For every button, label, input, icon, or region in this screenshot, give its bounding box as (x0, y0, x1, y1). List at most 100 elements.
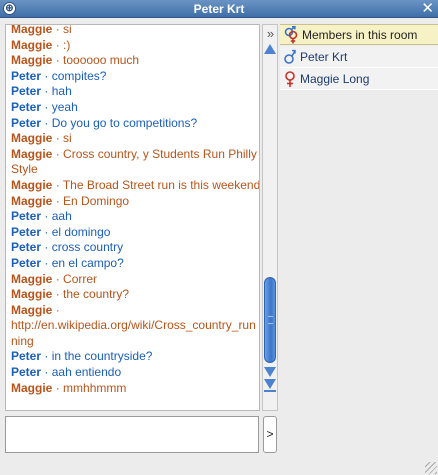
message-separator: · (55, 380, 60, 395)
message-sender: Peter (11, 115, 42, 130)
chat-transcript[interactable]: Maggie · si Maggie · :) Maggie · toooooo m… (5, 24, 260, 411)
message-sender: Peter (11, 365, 42, 380)
message-separator: · (55, 146, 60, 161)
message-text: cross country (51, 240, 124, 255)
chat-message: Peter · el domingo (11, 224, 259, 241)
message-sender: Peter (11, 349, 42, 364)
chat-message: Maggie · si (11, 131, 259, 147)
chat-message: Peter · en el campo? (11, 255, 259, 272)
message-separator: · (44, 349, 49, 364)
message-separator: · (44, 209, 49, 224)
message-separator: · (44, 115, 49, 130)
message-sender: Maggie (11, 24, 53, 36)
message-text: aah entiendo (51, 365, 122, 380)
message-separator: · (55, 302, 60, 317)
message-separator: · (44, 68, 49, 83)
chat-message: Peter · hah (11, 84, 259, 100)
member-name: Peter Krt (300, 50, 348, 64)
chat-message: Maggie · The Broad Street run is this we… (11, 177, 260, 194)
message-sender: Peter (11, 84, 42, 99)
message-input[interactable] (5, 416, 259, 453)
message-text: mmhhmmm (63, 380, 127, 395)
male-female-icon (284, 26, 298, 44)
message-sender: Maggie (11, 53, 53, 68)
message-separator: · (55, 131, 60, 146)
resize-grip-icon[interactable] (425, 462, 437, 474)
scroll-to-end-icon[interactable] (264, 378, 277, 392)
scrollbar-thumb[interactable] (264, 277, 276, 363)
chat-message: Maggie · :) (11, 37, 259, 54)
members-panel: Members in this room Peter Krt Maggie Lo… (280, 24, 438, 475)
chat-message: Peter · cross country (11, 240, 259, 256)
chat-message: Maggie · the country? (11, 287, 259, 303)
message-list: Maggie · si Maggie · :) Maggie · toooooo m… (11, 24, 260, 396)
member-item-peter-krt[interactable]: Peter Krt (280, 46, 438, 68)
chat-message: Peter · Do you go to competitions? (11, 115, 259, 132)
scroll-up-arrow-icon[interactable] (264, 43, 277, 55)
message-separator: · (44, 224, 49, 239)
chat-message: Maggie · Cross country, y Students Run P… (11, 146, 259, 178)
message-separator: · (44, 365, 49, 380)
chat-message: Peter · aah entiendo (11, 365, 259, 381)
message-separator: · (44, 99, 49, 114)
chat-message: Peter · aah (11, 209, 259, 225)
chat-message: Peter · yeah (11, 99, 259, 116)
male-icon (284, 49, 296, 64)
message-text: en el campo? (51, 255, 124, 270)
message-separator: · (55, 37, 60, 52)
message-sender: Maggie (11, 380, 53, 395)
message-separator: · (44, 240, 49, 255)
message-text: :) (63, 37, 71, 52)
member-item-maggie-long[interactable]: Maggie Long (280, 68, 438, 90)
message-text: si (63, 131, 72, 146)
message-sender: Maggie (11, 146, 53, 161)
message-text: Correr (63, 271, 98, 286)
message-text: the country? (63, 287, 130, 302)
title-bar[interactable]: ⊕ Peter Krt ✕ (0, 0, 438, 18)
message-text: http://en.wikipedia.org/wiki/Cross_count… (11, 318, 256, 348)
message-text: hah (51, 84, 72, 99)
message-sender: Maggie (11, 271, 53, 286)
female-icon (285, 71, 295, 87)
members-header-label: Members in this room (302, 28, 418, 42)
message-text: En Domingo (63, 193, 130, 208)
message-text: in the countryside? (51, 349, 153, 364)
message-sender: Peter (11, 240, 42, 255)
transcript-scrollbar[interactable]: » (262, 24, 278, 411)
chat-message: Maggie · Correr (11, 271, 259, 288)
chat-message: Peter · in the countryside? (11, 349, 259, 365)
message-text: el domingo (51, 224, 111, 239)
message-separator: · (55, 53, 60, 68)
message-separator: · (55, 271, 60, 286)
members-header: Members in this room (280, 24, 438, 45)
chat-message: Maggie · http://en.wikipedia.org/wiki/Cr… (11, 302, 259, 350)
message-sender: Peter (11, 224, 42, 239)
message-sender: Maggie (11, 131, 53, 146)
message-sender: Maggie (11, 37, 53, 52)
message-text: Do you go to competitions? (51, 115, 198, 130)
message-sender: Maggie (11, 177, 53, 192)
message-text: compites? (51, 68, 107, 83)
window-title: Peter Krt (193, 2, 245, 16)
close-button[interactable]: ✕ (421, 0, 434, 17)
message-separator: · (55, 193, 60, 208)
message-text: toooooo much (63, 53, 140, 68)
member-name: Maggie Long (300, 72, 370, 86)
message-sender: Peter (11, 99, 42, 114)
send-button[interactable]: > (263, 416, 277, 453)
chat-message: Peter · compites? (11, 68, 259, 85)
collapse-members-button[interactable]: » (264, 27, 277, 41)
message-separator: · (55, 24, 60, 36)
message-sender: Peter (11, 68, 42, 83)
message-text: si (63, 24, 72, 36)
message-text: yeah (51, 99, 78, 114)
chat-window: ⊕ Peter Krt ✕ Maggie · si Maggie · :) Magg… (0, 0, 438, 475)
message-sender: Maggie (11, 193, 53, 208)
scroll-down-arrow-icon[interactable] (264, 366, 277, 378)
message-sender: Maggie (11, 302, 53, 317)
message-separator: · (55, 177, 60, 192)
chat-message: Maggie · si (11, 24, 259, 38)
chat-message: Maggie · En Domingo (11, 193, 259, 210)
message-separator: · (44, 84, 49, 99)
message-text: The Broad Street run is this weekend (62, 177, 260, 192)
